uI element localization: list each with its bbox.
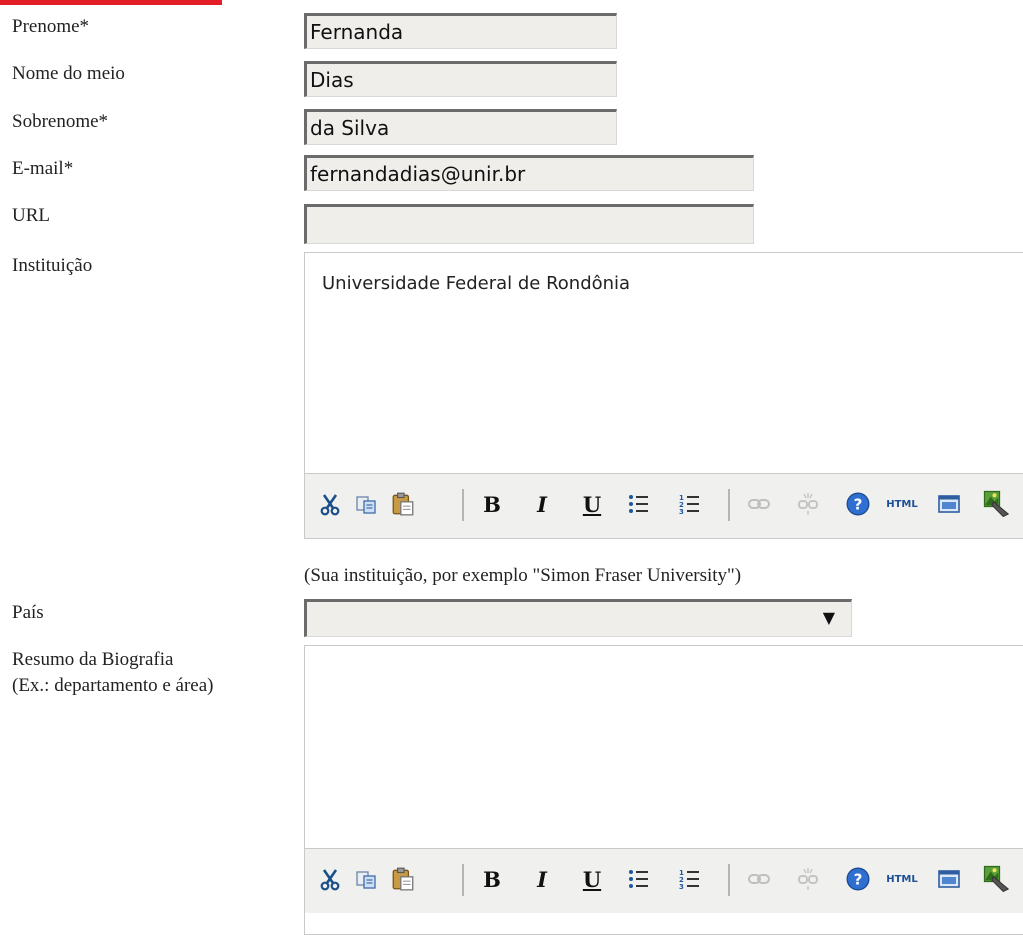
- underline-button[interactable]: U: [577, 488, 607, 520]
- italic-button[interactable]: I: [527, 863, 557, 895]
- bio-toolbar: B I U HTML: [305, 848, 1023, 913]
- bold-button[interactable]: B: [477, 488, 507, 520]
- help-icon[interactable]: [844, 863, 872, 895]
- paste-icon[interactable]: [389, 863, 417, 895]
- last-name-input[interactable]: da Silva: [304, 109, 617, 145]
- bullet-list-icon[interactable]: [624, 488, 652, 520]
- copy-icon[interactable]: [353, 488, 379, 520]
- image-icon[interactable]: [981, 488, 1013, 520]
- toolbar-separator: [728, 864, 730, 896]
- first-name-label: Prenome*: [12, 16, 90, 37]
- help-icon[interactable]: [844, 488, 872, 520]
- copy-icon[interactable]: [353, 863, 379, 895]
- link-icon[interactable]: [745, 488, 773, 520]
- italic-button[interactable]: I: [527, 488, 557, 520]
- html-icon[interactable]: HTML: [882, 863, 922, 895]
- toolbar-separator: [728, 489, 730, 521]
- affiliation-editor: Universidade Federal de Rondônia B I U H…: [304, 252, 1023, 539]
- middle-name-input[interactable]: Dias: [304, 61, 617, 97]
- numbered-list-icon[interactable]: [675, 863, 703, 895]
- country-select[interactable]: ▼: [304, 599, 852, 637]
- affiliation-hint: (Sua instituição, por exemplo "Simon Fra…: [304, 565, 742, 586]
- underline-button[interactable]: U: [577, 863, 607, 895]
- bio-sublabel: (Ex.: departamento e área): [12, 675, 214, 696]
- fullscreen-icon[interactable]: [935, 863, 963, 895]
- toolbar-separator: [462, 489, 464, 521]
- unlink-icon[interactable]: [794, 488, 822, 520]
- bio-editor-content[interactable]: [305, 646, 1023, 666]
- email-label: E-mail*: [12, 158, 74, 179]
- middle-name-label: Nome do meio: [12, 63, 125, 84]
- cut-icon[interactable]: [317, 863, 343, 895]
- first-name-input[interactable]: Fernanda: [304, 13, 617, 49]
- bio-label: Resumo da Biografia: [12, 649, 174, 670]
- affiliation-label: Instituição: [12, 255, 93, 276]
- url-input[interactable]: [304, 204, 754, 244]
- chevron-down-icon: ▼: [822, 608, 835, 627]
- accent-bar: [0, 0, 222, 5]
- image-icon[interactable]: [981, 863, 1013, 895]
- numbered-list-icon[interactable]: [675, 488, 703, 520]
- toolbar-separator: [462, 864, 464, 896]
- affiliation-toolbar: B I U HTML: [305, 473, 1023, 538]
- fullscreen-icon[interactable]: [935, 488, 963, 520]
- bold-button[interactable]: B: [477, 863, 507, 895]
- link-icon[interactable]: [745, 863, 773, 895]
- paste-icon[interactable]: [389, 488, 417, 520]
- last-name-label: Sobrenome*: [12, 111, 109, 132]
- bio-editor: B I U HTML: [304, 645, 1023, 935]
- unlink-icon[interactable]: [794, 863, 822, 895]
- html-icon[interactable]: HTML: [882, 488, 922, 520]
- email-input[interactable]: fernandadias@unir.br: [304, 155, 754, 191]
- affiliation-editor-content[interactable]: Universidade Federal de Rondônia: [305, 253, 1023, 294]
- country-label: País: [12, 602, 44, 623]
- bullet-list-icon[interactable]: [624, 863, 652, 895]
- url-label: URL: [12, 205, 50, 226]
- cut-icon[interactable]: [317, 488, 343, 520]
